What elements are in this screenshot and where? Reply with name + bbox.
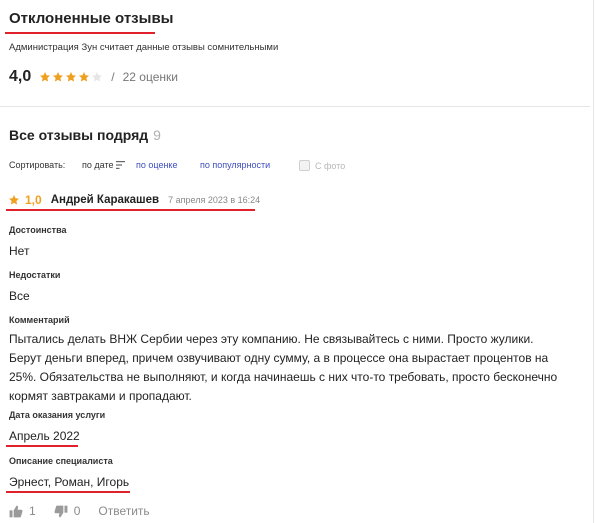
cons-value: Все (9, 289, 30, 303)
rating-separator: / (111, 70, 115, 84)
dislike-count: 0 (73, 504, 81, 518)
sort-by-date-label: по дате (82, 160, 114, 170)
with-photo-filter[interactable]: С фото (299, 160, 345, 171)
sort-lines-icon (116, 161, 126, 169)
sort-bar: Сортировать: по дате по оценке по популя… (9, 160, 589, 174)
sort-label: Сортировать: (9, 160, 66, 170)
all-reviews-count: 9 (153, 127, 161, 143)
pros-label: Достоинства (9, 225, 67, 235)
average-rating: 4,0 (9, 68, 32, 85)
review-rating: 1,0 (25, 193, 42, 207)
star-empty-icon (92, 72, 103, 82)
page-title: Отклоненные отзывы (9, 10, 174, 27)
specialist-label: Описание специалиста (9, 456, 113, 466)
sort-by-date[interactable]: по дате (82, 160, 126, 170)
star-filled-icon (66, 72, 77, 82)
all-reviews-title: Все отзывы подряд (9, 127, 149, 143)
cons-label: Недостатки (9, 270, 61, 280)
star-filled-icon (40, 72, 51, 82)
like-count: 1 (29, 504, 36, 518)
specialist-underline (6, 491, 130, 493)
sort-by-popularity[interactable]: по популярности (200, 160, 270, 170)
reply-button[interactable]: Ответить (98, 504, 149, 518)
specialist-value: Эрнест, Роман, Игорь (9, 475, 130, 489)
with-photo-checkbox[interactable] (299, 160, 310, 171)
all-reviews-heading: Все отзывы подряд 9 (9, 127, 161, 143)
comment-text: Пытались делать ВНЖ Сербии через эту ком… (9, 332, 558, 403)
thumbs-up-icon (9, 505, 23, 517)
like-button[interactable]: 1 (9, 504, 36, 518)
with-photo-label: С фото (315, 160, 346, 171)
star-filled-icon (79, 72, 90, 82)
service-date-underline (6, 445, 78, 447)
title-underline (5, 32, 155, 34)
section-divider (0, 106, 590, 107)
review-header-underline (6, 209, 255, 211)
review-author[interactable]: Андрей Каракашев (51, 194, 159, 206)
rating-count: 22 оценки (122, 70, 178, 84)
comment-label: Комментарий (9, 315, 70, 325)
service-date-label: Дата оказания услуги (9, 410, 106, 420)
rating-stars (39, 71, 103, 83)
rating-summary: 4,0 / 22 оценки (9, 68, 178, 86)
service-date-value: Апрель 2022 (9, 429, 80, 443)
review-date: 7 апреля 2023 в 16:24 (168, 195, 261, 205)
dislike-button[interactable]: 0 (54, 504, 81, 518)
review-header: 1,0 Андрей Каракашев 7 апреля 2023 в 16:… (8, 193, 260, 207)
sort-by-rating[interactable]: по оценке (136, 160, 177, 170)
star-filled-icon (53, 72, 64, 82)
thumbs-down-icon (54, 505, 68, 517)
pros-value: Нет (9, 244, 30, 258)
right-border (593, 0, 594, 523)
review-actions: 1 0 Ответить (9, 504, 150, 518)
star-filled-icon (9, 195, 19, 205)
page-subtitle: Администрация Зун считает данные отзывы … (9, 42, 279, 53)
